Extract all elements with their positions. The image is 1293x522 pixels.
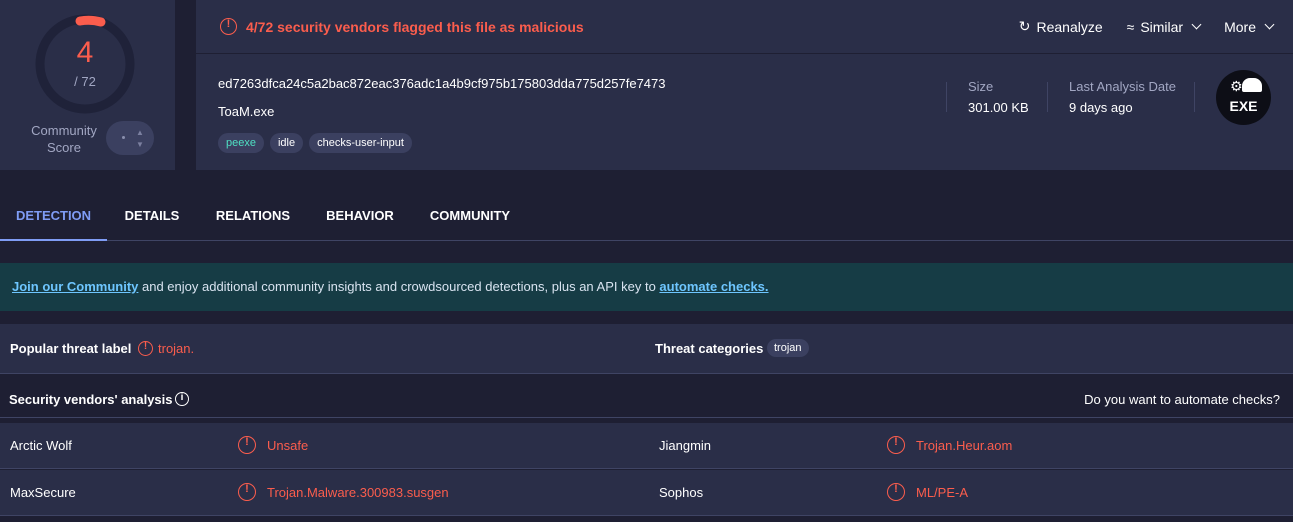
size-value: 301.00 KB bbox=[968, 100, 1029, 115]
tag-peexe[interactable]: peexe bbox=[218, 133, 264, 153]
gear-icon: ⚙ bbox=[1230, 78, 1243, 94]
vendors-header: Security vendors' analysis Do you want t… bbox=[0, 376, 1293, 418]
tab-bar: DETECTION DETAILS RELATIONS BEHAVIOR COM… bbox=[0, 193, 1293, 241]
chevron-down-icon bbox=[1191, 19, 1202, 30]
similar-button[interactable]: ≈ Similar bbox=[1126, 18, 1202, 35]
threat-categories-label: Threat categories bbox=[655, 341, 764, 356]
vendors-title: Security vendors' analysis bbox=[9, 392, 173, 407]
tag-idle[interactable]: idle bbox=[269, 133, 304, 153]
file-info-card: 4/72 security vendors flagged this file … bbox=[196, 0, 1293, 170]
alert-circle-icon bbox=[887, 483, 905, 501]
community-banner: Join our Community and enjoy additional … bbox=[0, 263, 1293, 311]
detection-score-card: 4 / 72 Community Score ▲ ▼ bbox=[0, 0, 175, 170]
divider bbox=[946, 82, 947, 112]
alert-circle-icon bbox=[238, 483, 256, 501]
alert-circle-icon bbox=[887, 436, 905, 454]
refresh-icon: ↻ bbox=[1018, 18, 1031, 34]
file-type-badge: ⚙ EXE bbox=[1216, 70, 1271, 125]
automate-checks-link[interactable]: automate checks. bbox=[659, 279, 768, 294]
alert-circle-icon bbox=[138, 341, 153, 356]
divider bbox=[1047, 82, 1048, 112]
popular-threat-value[interactable]: trojan. bbox=[158, 341, 194, 356]
vendor-result: ML/PE-A bbox=[916, 485, 969, 500]
alert-circle-icon bbox=[238, 436, 256, 454]
automate-checks-prompt[interactable]: Do you want to automate checks? bbox=[1084, 392, 1280, 407]
vendor-result: Unsafe bbox=[267, 438, 309, 453]
vote-dot-icon bbox=[122, 136, 125, 139]
file-name: ToaM.exe bbox=[218, 104, 275, 119]
vote-up-icon[interactable]: ▲ bbox=[136, 128, 144, 137]
vendor-name: MaxSecure bbox=[10, 485, 76, 500]
tab-relations[interactable]: RELATIONS bbox=[205, 193, 301, 241]
detection-total: / 72 bbox=[74, 74, 96, 89]
threat-category-tag[interactable]: trojan bbox=[767, 339, 809, 357]
tab-behavior[interactable]: BEHAVIOR bbox=[315, 193, 405, 241]
last-analysis-value: 9 days ago bbox=[1069, 100, 1133, 115]
alert-circle-icon bbox=[220, 18, 237, 35]
alert-text: 4/72 security vendors flagged this file … bbox=[246, 19, 584, 35]
file-tags: peexe idle checks-user-input bbox=[218, 133, 412, 153]
top-actions: ↻ Reanalyze ≈ Similar More bbox=[1019, 18, 1275, 35]
vendor-name: Jiangmin bbox=[659, 438, 712, 453]
vote-down-icon[interactable]: ▼ bbox=[136, 140, 144, 149]
community-vote-control[interactable]: ▲ ▼ bbox=[106, 121, 154, 155]
threat-summary-row: Popular threat label trojan. Threat cate… bbox=[0, 324, 1293, 374]
tab-details[interactable]: DETAILS bbox=[112, 193, 192, 241]
reanalyze-button[interactable]: ↻ Reanalyze bbox=[1019, 18, 1103, 35]
similar-icon: ≈ bbox=[1126, 18, 1135, 35]
detection-count: 4 bbox=[76, 36, 94, 69]
chevron-down-icon bbox=[1264, 19, 1275, 30]
join-community-link[interactable]: Join our Community bbox=[12, 279, 138, 294]
last-analysis-label: Last Analysis Date bbox=[1069, 79, 1176, 94]
tab-community[interactable]: COMMUNITY bbox=[419, 193, 521, 241]
alert-bar: 4/72 security vendors flagged this file … bbox=[196, 0, 1293, 54]
file-hash[interactable]: ed7263dfca24c5a2bac872eac376adc1a4b9cf97… bbox=[218, 76, 665, 91]
more-button[interactable]: More bbox=[1224, 18, 1275, 35]
vendor-name: Sophos bbox=[659, 485, 704, 500]
tag-checks-user-input[interactable]: checks-user-input bbox=[309, 133, 412, 153]
popular-threat-label: Popular threat label bbox=[10, 341, 132, 356]
vendor-name: Arctic Wolf bbox=[10, 438, 72, 453]
vendor-result: Trojan.Heur.aom bbox=[916, 438, 1013, 453]
vendor-result: Trojan.Malware.300983.susgen bbox=[267, 485, 449, 500]
size-label: Size bbox=[968, 79, 994, 94]
community-score-label: Community Score bbox=[31, 123, 97, 155]
info-icon[interactable] bbox=[175, 392, 189, 406]
table-row: MaxSecure Trojan.Malware.300983.susgen S… bbox=[0, 470, 1293, 516]
banner-text: and enjoy additional community insights … bbox=[138, 279, 660, 294]
table-row: Arctic Wolf Unsafe Jiangmin Trojan.Heur.… bbox=[0, 423, 1293, 469]
tab-detection[interactable]: DETECTION bbox=[0, 193, 107, 241]
cap-icon bbox=[1242, 78, 1262, 92]
divider bbox=[1194, 82, 1195, 112]
